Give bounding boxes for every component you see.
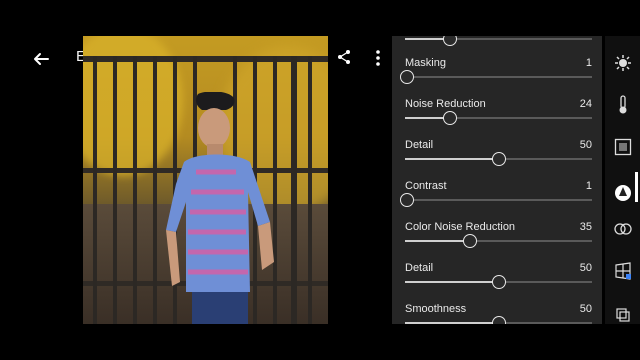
- slider-track[interactable]: [405, 316, 592, 324]
- share-icon[interactable]: [336, 49, 352, 65]
- slider-label: Masking: [405, 57, 446, 69]
- slider-label: Contrast: [405, 180, 447, 192]
- back-arrow-icon[interactable]: [32, 50, 50, 68]
- light-icon[interactable]: [605, 46, 640, 80]
- slider-track[interactable]: [405, 111, 592, 125]
- geometry-icon[interactable]: [605, 254, 640, 288]
- slider-row-detail-2[interactable]: Detail 50: [392, 258, 602, 299]
- effects-icon[interactable]: [605, 130, 640, 164]
- slider-row-color-noise-reduction[interactable]: Color Noise Reduction 35: [392, 217, 602, 258]
- slider-track[interactable]: [399, 70, 592, 84]
- presets-icon[interactable]: [605, 298, 640, 332]
- slider-thumb[interactable]: [442, 36, 457, 46]
- slider-label: Noise Reduction: [405, 98, 486, 110]
- slider-label: Detail: [405, 262, 434, 274]
- slider-fill: [405, 281, 499, 283]
- slider-track[interactable]: [405, 275, 592, 289]
- slider-track[interactable]: [405, 36, 592, 46]
- slider-row-contrast[interactable]: Contrast 1: [392, 176, 602, 217]
- slider-thumb[interactable]: [463, 234, 478, 248]
- slider-row-masking[interactable]: Masking 1: [392, 53, 602, 94]
- color-temperature-icon[interactable]: [605, 88, 640, 122]
- more-vertical-icon[interactable]: [374, 49, 382, 67]
- photo-canvas[interactable]: [83, 36, 328, 324]
- slider-label: Detail: [405, 139, 434, 151]
- slider-value: 50: [579, 262, 592, 274]
- slider-value: 24: [579, 98, 592, 110]
- slider-fill: [405, 158, 499, 160]
- slider-track[interactable]: [399, 193, 592, 207]
- slider-track[interactable]: [405, 234, 592, 248]
- slider-thumb[interactable]: [491, 152, 506, 166]
- slider-thumb[interactable]: [442, 111, 457, 125]
- slider-value: 1: [585, 180, 592, 192]
- slider-thumb[interactable]: [491, 275, 506, 289]
- slider-thumb[interactable]: [491, 316, 506, 324]
- slider-label: Smoothness: [405, 303, 467, 315]
- detail-panel: Masking 1 Noise Reduction 24 Detail 50 C…: [392, 36, 602, 324]
- active-tool-indicator: [635, 172, 638, 202]
- slider-fill: [405, 240, 471, 242]
- optics-icon[interactable]: [605, 212, 640, 246]
- slider-value: 1: [585, 57, 592, 69]
- photo-subject: [166, 92, 274, 324]
- slider-value: 50: [579, 139, 592, 151]
- slider-thumb[interactable]: [399, 193, 414, 207]
- slider-label: Color Noise Reduction: [405, 221, 516, 233]
- slider-row-detail[interactable]: Detail 50: [392, 135, 602, 176]
- slider-track[interactable]: [405, 152, 592, 166]
- slider-value: 35: [579, 221, 592, 233]
- slider-value: 50: [579, 303, 592, 315]
- slider-row-smoothness[interactable]: Smoothness 50: [392, 299, 602, 324]
- slider-thumb[interactable]: [399, 70, 414, 84]
- slider-row-noise-reduction[interactable]: Noise Reduction 24: [392, 94, 602, 135]
- slider-fill: [405, 322, 499, 324]
